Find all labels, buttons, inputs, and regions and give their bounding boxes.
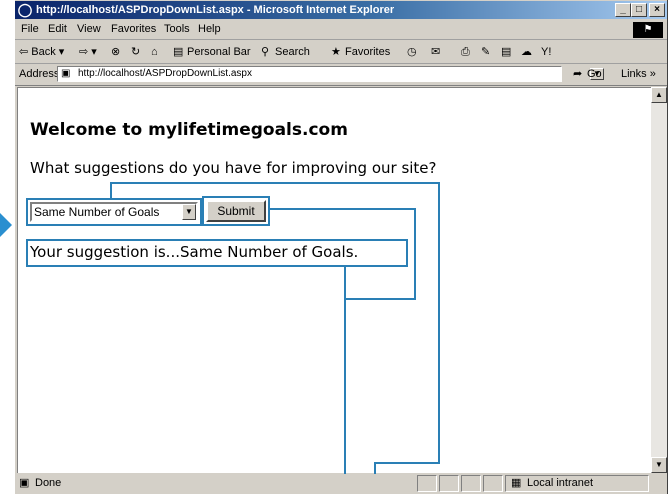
callout-line bbox=[438, 182, 440, 464]
menu-view[interactable]: View bbox=[77, 20, 101, 39]
stop-icon[interactable]: ⊗ bbox=[111, 41, 120, 63]
standard-toolbar: ⇦ Back ▾ ⇨ ▾ ⊗ ↻ ⌂ ▤ Personal Bar ⚲ Sear… bbox=[15, 41, 667, 64]
links-button[interactable]: Links » bbox=[621, 64, 656, 85]
status-page-icon: ▣ bbox=[19, 477, 30, 489]
address-input[interactable]: ▣ http://localhost/ASPDropDownList.aspx … bbox=[57, 66, 604, 82]
callout-line bbox=[344, 267, 346, 474]
ie-window: ◯ http://localhost/ASPDropDownList.aspx … bbox=[14, 0, 668, 494]
scroll-down-arrow-icon[interactable]: ▼ bbox=[651, 457, 667, 473]
back-button[interactable]: ⇦ Back ▾ bbox=[19, 41, 64, 63]
callout-line bbox=[110, 182, 112, 198]
ie-page-icon: ◯ bbox=[17, 2, 33, 17]
vertical-scrollbar[interactable]: ▲ ▼ bbox=[651, 87, 667, 473]
intranet-icon: ▦ bbox=[511, 477, 522, 489]
search-icon: ⚲ bbox=[261, 46, 270, 58]
menu-edit[interactable]: Edit bbox=[48, 20, 67, 39]
status-text: Done bbox=[35, 477, 62, 489]
status-pane bbox=[439, 475, 459, 492]
go-arrow-icon[interactable]: ➦ bbox=[573, 64, 582, 85]
refresh-icon[interactable]: ↻ bbox=[131, 41, 140, 63]
page-heading: Welcome to mylifetimegoals.com bbox=[30, 120, 348, 140]
menu-file[interactable]: File bbox=[21, 20, 39, 39]
status-bar: ▣ Done ▦ Local intranet bbox=[15, 473, 667, 494]
history-icon[interactable]: ◷ bbox=[407, 41, 417, 63]
personal-bar-button[interactable]: Personal Bar bbox=[187, 41, 251, 63]
callout-pointer-arrow bbox=[0, 213, 12, 237]
personal-bar-icon: ▤ bbox=[173, 46, 184, 58]
status-pane bbox=[417, 475, 437, 492]
menu-bar: File Edit View Favorites Tools Help bbox=[15, 20, 667, 40]
mail-icon[interactable]: ✉ bbox=[431, 41, 440, 63]
maximize-button[interactable]: □ bbox=[631, 3, 647, 17]
favorites-button[interactable]: Favorites bbox=[345, 41, 390, 63]
minimize-button[interactable]: _ bbox=[615, 3, 631, 17]
messenger-icon[interactable]: ☁ bbox=[521, 41, 532, 63]
window-title: http://localhost/ASPDropDownList.aspx - … bbox=[36, 4, 395, 16]
address-bar: Address ▣ http://localhost/ASPDropDownLi… bbox=[15, 64, 667, 86]
status-pane bbox=[461, 475, 481, 492]
home-icon[interactable]: ⌂ bbox=[151, 41, 158, 63]
title-bar[interactable]: ◯ http://localhost/ASPDropDownList.aspx … bbox=[15, 1, 667, 19]
menu-tools[interactable]: Tools bbox=[164, 20, 190, 39]
search-button[interactable]: Search bbox=[275, 41, 310, 63]
menu-favorites[interactable]: Favorites bbox=[111, 20, 156, 39]
close-button[interactable]: × bbox=[649, 3, 665, 17]
callout-box-result bbox=[26, 239, 408, 267]
scroll-up-arrow-icon[interactable]: ▲ bbox=[651, 87, 667, 103]
callout-line bbox=[374, 462, 440, 464]
zone-text: Local intranet bbox=[527, 477, 594, 489]
callout-box-dropdown bbox=[26, 198, 202, 226]
yahoo-icon[interactable]: Y! bbox=[541, 41, 551, 63]
callout-line bbox=[110, 182, 440, 184]
edit-icon[interactable]: ✎ bbox=[481, 41, 490, 63]
discuss-icon[interactable]: ▤ bbox=[501, 41, 511, 63]
callout-line bbox=[270, 208, 416, 210]
address-value: http://localhost/ASPDropDownList.aspx bbox=[78, 68, 252, 79]
menu-help[interactable]: Help bbox=[198, 20, 221, 39]
callout-line bbox=[414, 208, 416, 300]
page-icon: ▣ bbox=[61, 68, 71, 79]
print-icon[interactable]: ⎙ bbox=[461, 41, 470, 63]
go-button[interactable]: Go bbox=[587, 64, 602, 85]
callout-line bbox=[344, 298, 416, 300]
question-text: What suggestions do you have for improvi… bbox=[30, 159, 437, 177]
favorites-icon: ★ bbox=[331, 46, 341, 58]
status-pane bbox=[483, 475, 503, 492]
windows-logo-icon: ⚑ bbox=[633, 22, 663, 38]
page-content: Welcome to mylifetimegoals.com What sugg… bbox=[17, 87, 651, 474]
address-label: Address bbox=[19, 68, 60, 80]
forward-button[interactable]: ⇨ ▾ bbox=[79, 41, 97, 63]
callout-box-submit bbox=[202, 196, 270, 226]
